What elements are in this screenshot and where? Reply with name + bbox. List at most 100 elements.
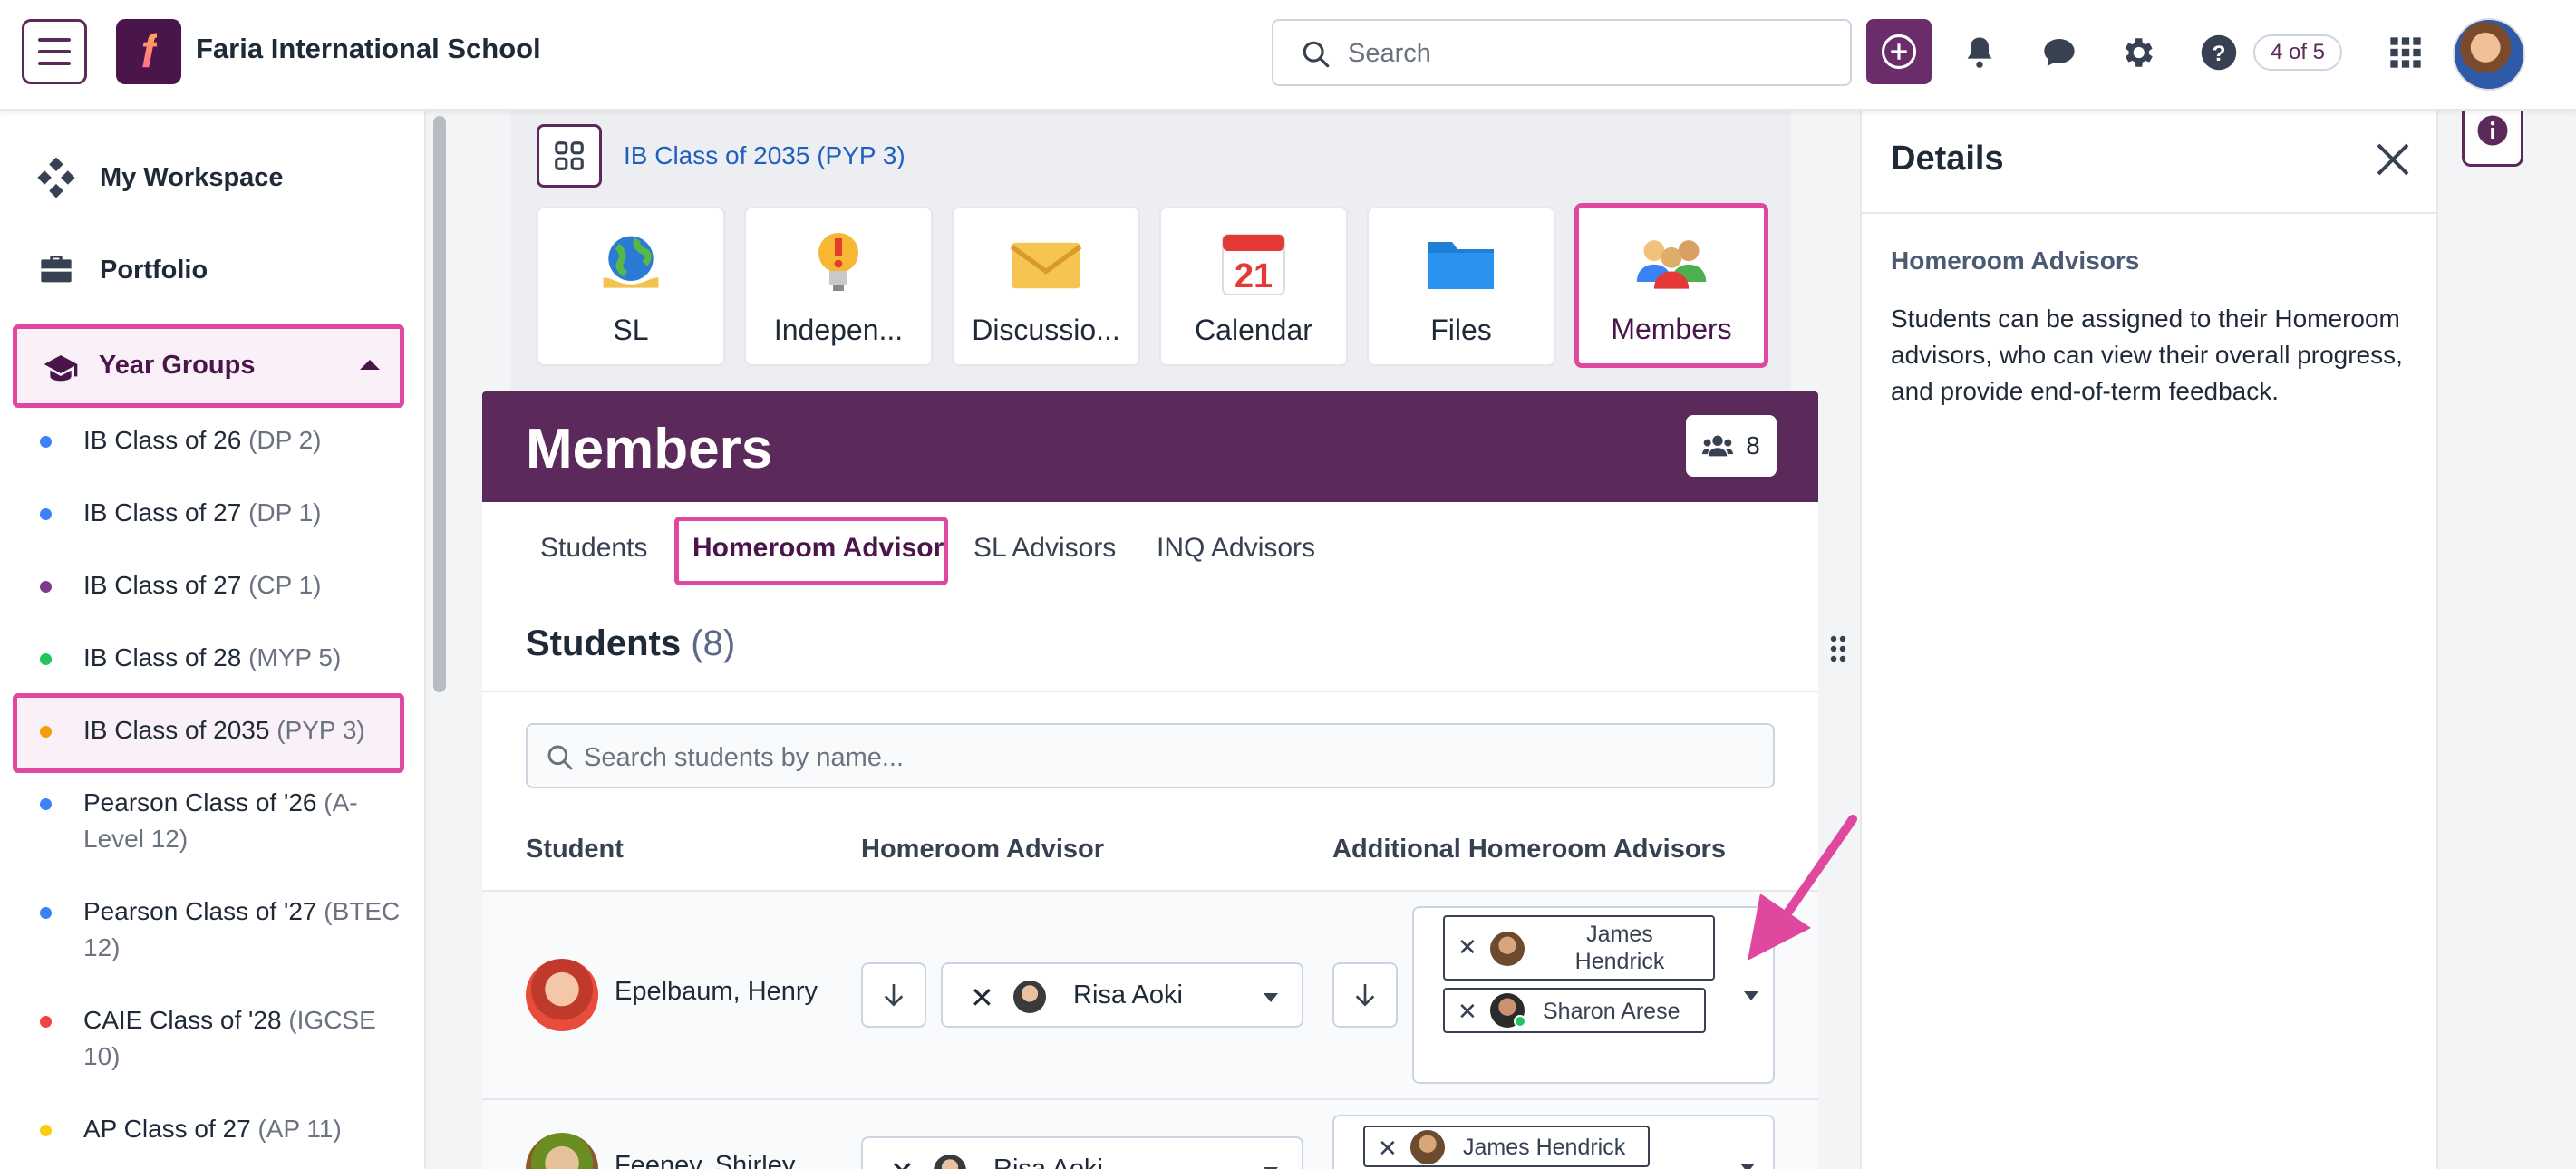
- search-icon: [1303, 41, 1330, 68]
- class-color-dot: [40, 726, 52, 738]
- tool-tile-independent[interactable]: Indepen...: [744, 207, 933, 366]
- user-avatar[interactable]: [2453, 18, 2525, 91]
- chevron-down-icon[interactable]: [1264, 993, 1278, 1002]
- search-placeholder: Search students by name...: [584, 743, 905, 772]
- online-status-dot: [1514, 1015, 1526, 1028]
- tool-tile-label: Discussio...: [972, 314, 1120, 346]
- column-header-homeroom-advisor[interactable]: Homeroom Advisor: [861, 835, 1104, 865]
- lightbulb-icon: [818, 233, 858, 291]
- global-search-input[interactable]: Search: [1272, 19, 1852, 86]
- details-panel: Details Homeroom Advisors Students can b…: [1860, 111, 2438, 1169]
- remove-chip-icon[interactable]: ✕: [1378, 1135, 1398, 1163]
- chevron-down-icon[interactable]: [1744, 991, 1758, 1000]
- plus-circle-icon: [1881, 34, 1917, 70]
- users-icon: [1702, 435, 1734, 457]
- svg-text:21: 21: [1235, 257, 1273, 295]
- school-logo[interactable]: f: [116, 19, 181, 84]
- students-heading: Students (8): [526, 623, 736, 663]
- group-link[interactable]: IB Class of 2035 (PYP 3): [624, 141, 905, 170]
- student-search-input[interactable]: Search students by name...: [526, 723, 1775, 788]
- search-icon: [547, 745, 573, 770]
- folder-icon: [1428, 242, 1494, 289]
- homeroom-advisor-select[interactable]: ✕ Risa Aoki: [861, 1136, 1303, 1169]
- menu-icon[interactable]: [22, 19, 87, 84]
- advisor-avatar: [1490, 932, 1525, 966]
- tool-tile-label: SL: [613, 314, 649, 346]
- tab-sl-advisors[interactable]: SL Advisors: [973, 533, 1116, 564]
- advisor-name: James Hendrick: [1463, 1135, 1626, 1160]
- class-color-dot: [40, 653, 52, 665]
- sidebar-scrollbar-thumb[interactable]: [433, 116, 446, 692]
- advisor-chip: ✕ James Hendrick: [1363, 1126, 1650, 1167]
- envelope-icon: [1010, 242, 1082, 289]
- help-progress-counter[interactable]: 4 of 5: [2253, 34, 2342, 71]
- tab-inq-advisors[interactable]: INQ Advisors: [1157, 533, 1315, 564]
- apps-grid-icon[interactable]: [2386, 33, 2426, 72]
- tool-tile-label: Files: [1430, 314, 1492, 346]
- tool-tile-discussion[interactable]: Discussio...: [952, 207, 1140, 366]
- chevron-down-icon[interactable]: [1740, 1164, 1755, 1169]
- tab-students[interactable]: Students: [540, 533, 647, 564]
- advisor-avatar: [1410, 1130, 1445, 1164]
- globe-hands-icon: [603, 236, 659, 288]
- advisor-chip: ✕ Sharon Arese: [1443, 988, 1706, 1033]
- tool-tile-files[interactable]: Files: [1367, 207, 1555, 366]
- divider: [1862, 212, 2438, 214]
- briefcase-icon: [41, 256, 72, 283]
- remove-chip-icon[interactable]: ✕: [1457, 933, 1477, 961]
- advisor-name: Sharon Arese: [1543, 999, 1680, 1024]
- sidebar: My Workspace Portfolio Year Groups IB Cl…: [0, 111, 426, 1169]
- class-color-dot: [40, 436, 52, 448]
- student-avatar: [526, 959, 598, 1031]
- help-icon[interactable]: ?: [2199, 33, 2239, 72]
- additional-advisors-select[interactable]: ✕ James Hendrick: [1332, 1115, 1775, 1169]
- remove-advisor-icon[interactable]: ✕: [890, 1155, 915, 1169]
- advisor-name: Risa Aoki: [993, 1155, 1103, 1169]
- class-color-dot: [40, 907, 52, 919]
- advisor-chip: ✕ James Hendrick: [1443, 915, 1715, 981]
- grid-icon: [555, 141, 584, 170]
- copy-down-button[interactable]: [1332, 962, 1398, 1028]
- arrow-down-icon: [884, 984, 904, 1007]
- sidebar-item-portfolio[interactable]: Portfolio: [36, 252, 208, 288]
- details-subtitle: Homeroom Advisors: [1891, 246, 2140, 275]
- tool-tile-label: Indepen...: [773, 314, 904, 346]
- drag-handle-icon[interactable]: [1829, 634, 1847, 668]
- remove-chip-icon[interactable]: ✕: [1457, 998, 1477, 1026]
- sidebar-item-my-workspace[interactable]: My Workspace: [36, 158, 284, 198]
- student-name[interactable]: Feeney, Shirley: [615, 1151, 795, 1169]
- calendar-icon: 21: [1222, 234, 1285, 295]
- tool-tile-sl[interactable]: SL: [537, 207, 725, 366]
- sidebar-section-label: Year Groups: [99, 351, 256, 380]
- close-icon[interactable]: [2371, 138, 2415, 181]
- group-overview-button[interactable]: [537, 124, 602, 188]
- members-header: Members 8: [482, 391, 1818, 502]
- annotation-arrow: [1748, 815, 1857, 961]
- people-group-icon: [1636, 240, 1707, 289]
- copy-down-button[interactable]: [861, 962, 926, 1028]
- class-color-dot: [40, 1125, 52, 1136]
- tool-tile-calendar[interactable]: 21 Calendar: [1159, 207, 1348, 366]
- bell-icon[interactable]: [1960, 33, 2000, 72]
- gear-icon[interactable]: [2117, 33, 2157, 72]
- advisor-avatar: [934, 1155, 966, 1169]
- details-title: Details: [1891, 140, 2004, 178]
- additional-advisors-select[interactable]: ✕ James Hendrick ✕ Sharon Arese: [1412, 906, 1775, 1084]
- tool-tile-label: Calendar: [1195, 314, 1312, 346]
- student-name[interactable]: Epelbaum, Henry: [615, 977, 818, 1007]
- school-name: Faria International School: [196, 33, 541, 64]
- tool-tile-members[interactable]: Members: [1574, 203, 1768, 368]
- page-title: Members: [526, 418, 773, 480]
- chat-icon[interactable]: [2039, 33, 2079, 72]
- column-header-student[interactable]: Student: [526, 835, 624, 865]
- graduation-cap-icon: [44, 355, 78, 382]
- collapse-caret-icon[interactable]: [360, 360, 380, 370]
- diamond-grid-icon: [37, 158, 75, 198]
- sidebar-section-year-groups[interactable]: Year Groups: [13, 324, 404, 408]
- column-header-additional-advisors[interactable]: Additional Homeroom Advisors: [1332, 835, 1726, 865]
- top-bar: f Faria International School Search ? 4 …: [0, 0, 2576, 111]
- homeroom-advisor-select[interactable]: ✕ Risa Aoki: [941, 962, 1303, 1028]
- member-count-badge[interactable]: 8: [1686, 415, 1777, 477]
- remove-advisor-icon[interactable]: ✕: [970, 981, 994, 1015]
- add-button[interactable]: [1866, 19, 1932, 84]
